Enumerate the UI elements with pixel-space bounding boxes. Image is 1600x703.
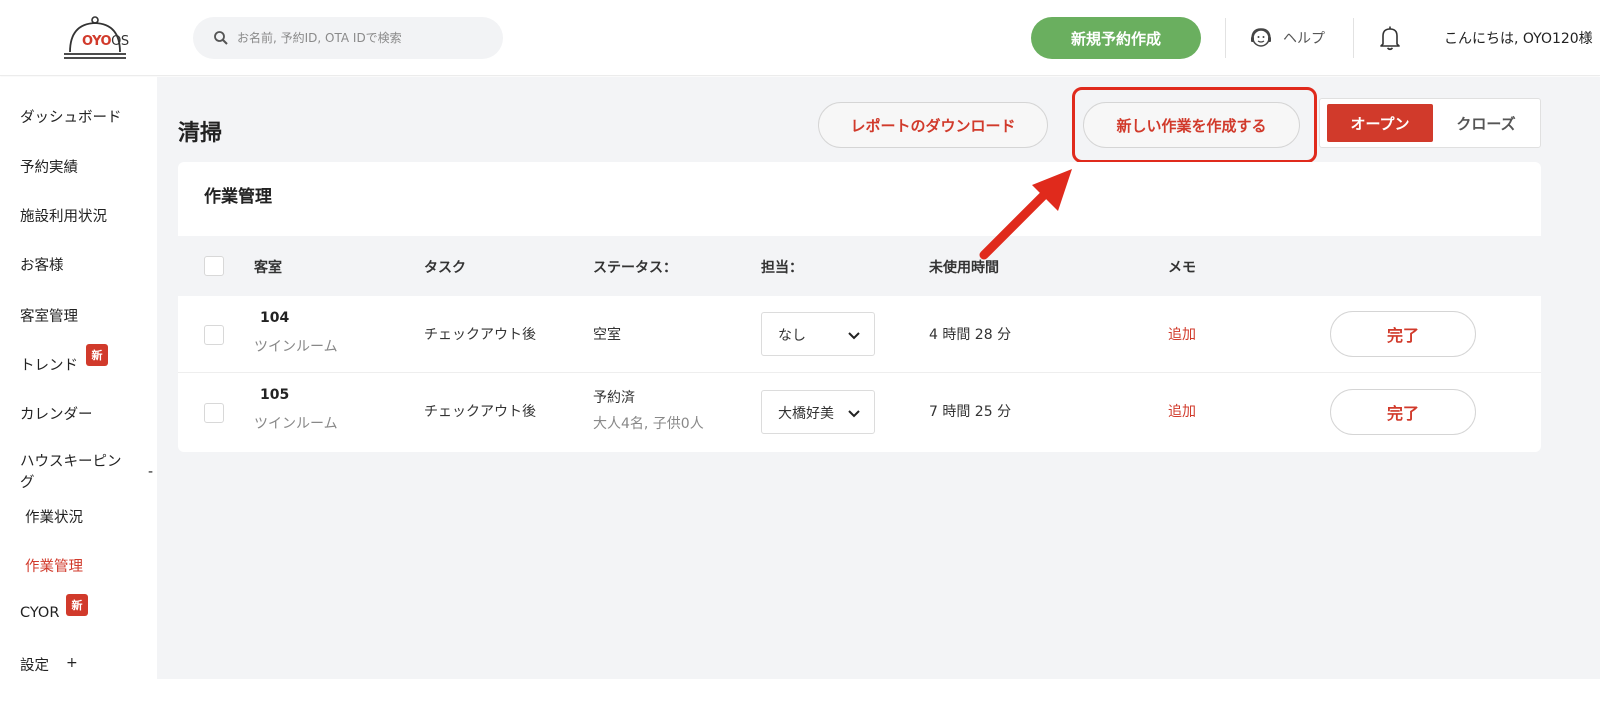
sidebar-item-dashboard[interactable]: ダッシュボード (20, 106, 122, 127)
chevron-down-icon (848, 410, 860, 418)
add-memo-link[interactable]: 追加 (1168, 324, 1196, 344)
logo-text: OYOOS (82, 34, 129, 49)
search-icon (214, 31, 228, 45)
sidebar-item-settings[interactable]: 設定 (20, 654, 49, 675)
expand-toggle[interactable]: + (66, 655, 78, 671)
support-agent-icon (1251, 28, 1271, 47)
create-task-button[interactable]: 新しい作業を作成する (1083, 102, 1300, 148)
column-header-assignee[interactable]: 担当： (761, 257, 803, 277)
room-number: 104 (260, 310, 290, 326)
column-header-status[interactable]: ステータス： (593, 257, 677, 277)
room-number: 105 (260, 387, 290, 403)
toggle-open-button[interactable]: オープン (1327, 104, 1433, 142)
sidebar-item-calendar[interactable]: カレンダー (20, 403, 93, 424)
collapse-toggle[interactable]: - (148, 464, 153, 480)
sidebar-item-booking-results[interactable]: 予約実績 (20, 156, 78, 177)
sidebar-item-facility-usage[interactable]: 施設利用状況 (20, 205, 107, 226)
guest-count: 大人4名, 子供0人 (593, 416, 704, 432)
search-input[interactable] (237, 17, 487, 59)
assignee-value: 大橋好美 (778, 406, 834, 422)
task-type: チェックアウト後 (424, 404, 536, 420)
unused-time: 7 時間 25 分 (929, 404, 1012, 420)
card-title: 作業管理 (204, 187, 272, 207)
annotation-arrow-icon (979, 169, 1072, 260)
room-status: 空室 (593, 327, 621, 343)
assignee-select[interactable]: なし (761, 312, 875, 356)
column-header-memo: メモ (1168, 260, 1196, 276)
sidebar-subitem-task-management[interactable]: 作業管理 (25, 555, 83, 576)
user-greeting[interactable]: こんにちは, OYO120様 (1444, 28, 1593, 48)
sidebar-item-cyor[interactable]: CYOR (20, 605, 59, 621)
logo-brand: OYO (82, 34, 112, 49)
task-management-card: 作業管理 客室 タスク ステータス： 担当： 未使用時間 メモ 104 ツインル… (178, 162, 1541, 452)
select-all-checkbox[interactable] (204, 256, 224, 276)
new-booking-button[interactable]: 新規予約作成 (1031, 17, 1201, 59)
new-badge: 新 (66, 594, 88, 616)
toggle-close-button[interactable]: クローズ (1436, 104, 1536, 142)
unused-time: 4 時間 28 分 (929, 327, 1012, 343)
room-status: 予約済 (593, 390, 635, 406)
sidebar-item-room-management[interactable]: 客室管理 (20, 305, 78, 326)
sidebar-subitem-task-status[interactable]: 作業状況 (25, 506, 83, 527)
oyo-os-logo[interactable]: OYOOS (60, 14, 140, 62)
logo-suffix: OS (111, 34, 129, 49)
table-row: 105 ツインルーム チェックアウト後 予約済 大人4名, 子供0人 大橋好美 … (178, 373, 1541, 450)
row-checkbox[interactable] (204, 403, 224, 423)
column-header-task: タスク (424, 260, 466, 276)
housekeeping-label-line2: グ (20, 475, 35, 491)
add-memo-link[interactable]: 追加 (1168, 401, 1196, 421)
task-type: チェックアウト後 (424, 327, 536, 343)
housekeeping-label-line1: ハウスキーピン (20, 454, 122, 470)
sidebar-item-guests[interactable]: お客様 (20, 254, 64, 275)
header-divider (1225, 18, 1226, 58)
header-divider (1353, 18, 1354, 58)
column-header-room: 客室 (254, 260, 282, 276)
page-title: 清掃 (178, 121, 223, 146)
open-close-toggle: オープン クローズ (1319, 98, 1541, 148)
sidebar-item-trends[interactable]: トレンド (20, 354, 78, 375)
table-header: 客室 タスク ステータス： 担当： 未使用時間 メモ (178, 236, 1541, 296)
footer-strip (0, 679, 1600, 703)
complete-button[interactable]: 完了 (1330, 389, 1476, 435)
notification-bell-icon[interactable] (1378, 25, 1402, 51)
sidebar: ダッシュボード 予約実績 施設利用状況 お客様 客室管理 トレンド 新 カレンダ… (0, 77, 157, 703)
chevron-down-icon (848, 332, 860, 340)
complete-button[interactable]: 完了 (1330, 311, 1476, 357)
top-header: OYOOS 新規予約作成 ヘルプ こんにちは, OYO120様 (0, 0, 1600, 76)
search-bar[interactable] (193, 17, 503, 59)
help-label: ヘルプ (1283, 31, 1325, 47)
table-row: 104 ツインルーム チェックアウト後 空室 なし 4 時間 28 分 追加 完… (178, 296, 1541, 373)
room-type: ツインルーム (254, 416, 338, 432)
room-type: ツインルーム (254, 339, 338, 355)
assignee-value: なし (778, 328, 806, 344)
help-button[interactable]: ヘルプ (1249, 24, 1325, 52)
row-checkbox[interactable] (204, 325, 224, 345)
new-badge: 新 (86, 344, 108, 366)
assignee-select[interactable]: 大橋好美 (761, 390, 875, 434)
download-report-button[interactable]: レポートのダウンロード (818, 102, 1048, 148)
sidebar-item-housekeeping[interactable]: ハウスキーピン グ (20, 452, 140, 494)
